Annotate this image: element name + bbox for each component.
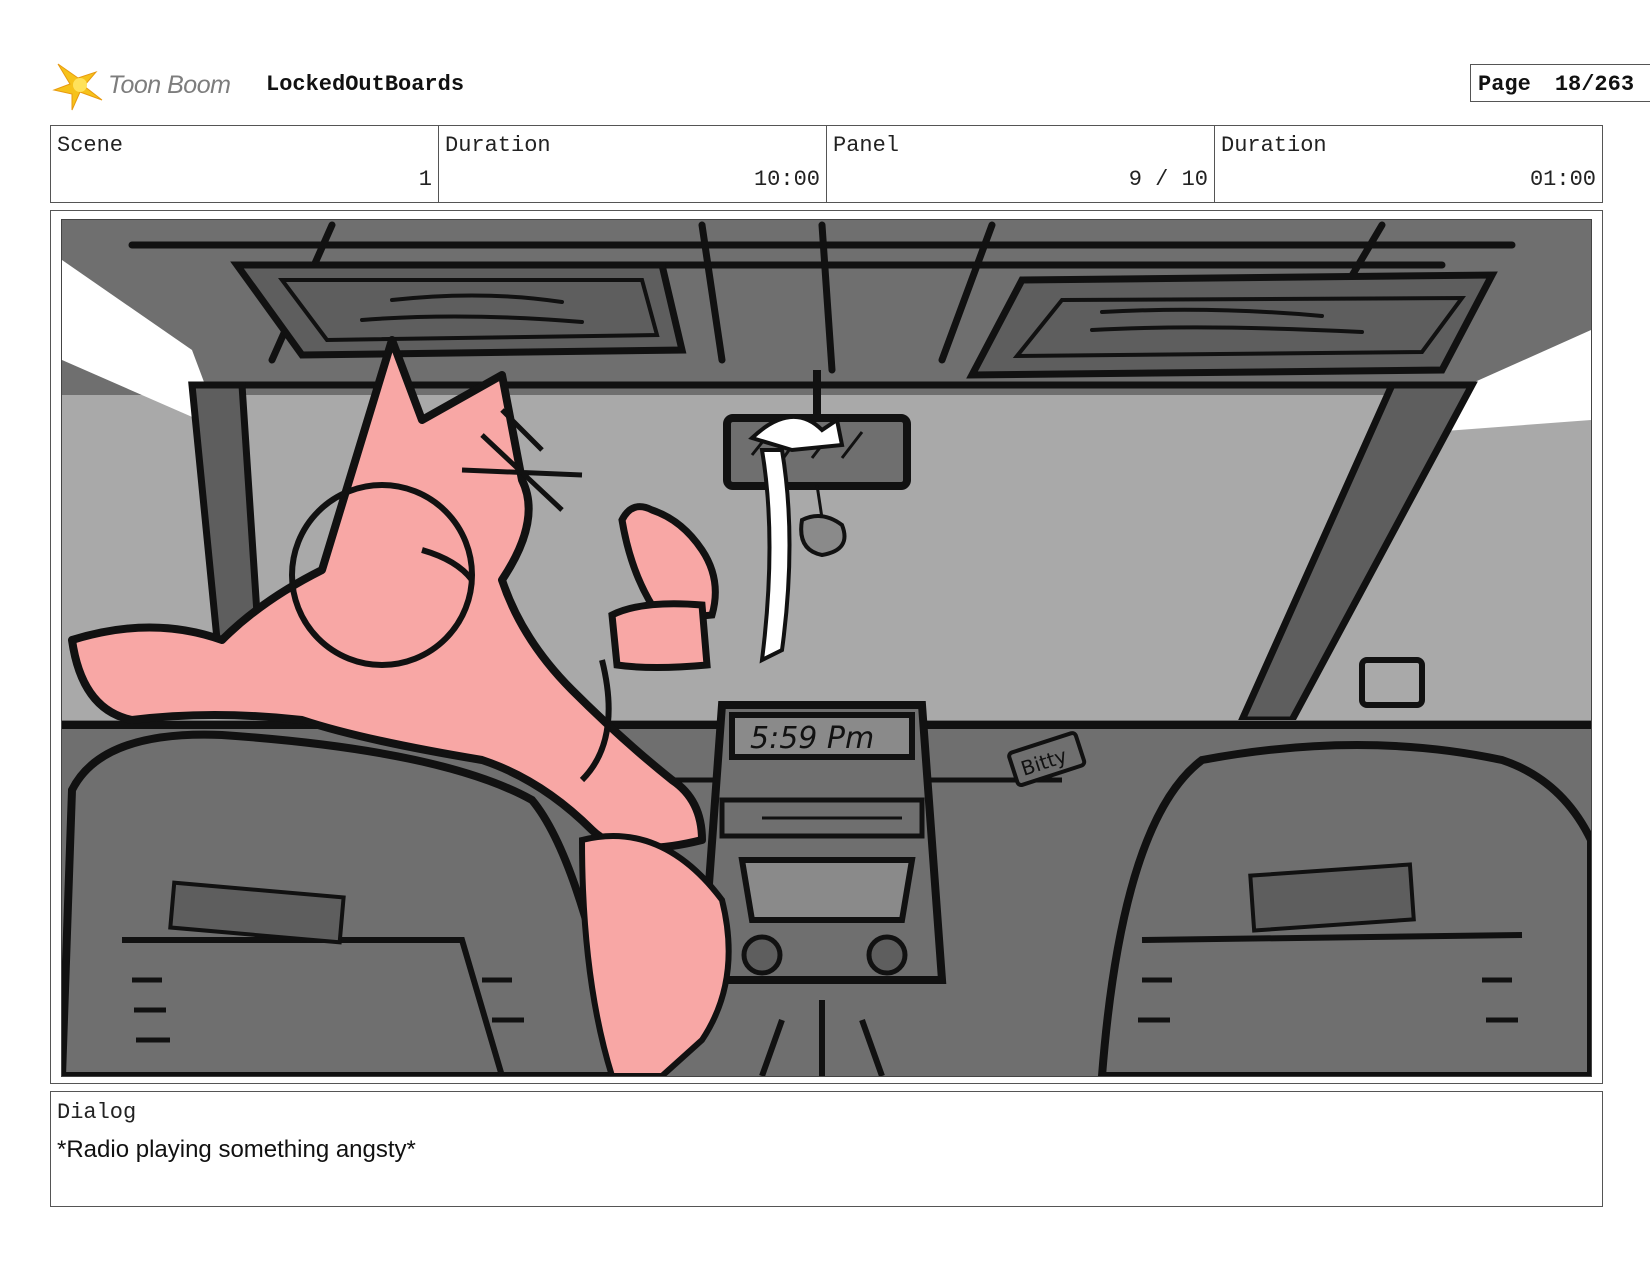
wrist-cuff bbox=[608, 600, 711, 671]
project-title: LockedOutBoards bbox=[266, 72, 465, 97]
panel-cell: Panel 9 / 10 bbox=[827, 126, 1215, 202]
panel-duration-value: 01:00 bbox=[1529, 167, 1596, 192]
starburst-icon bbox=[52, 63, 103, 111]
scene-cell: Scene 1 bbox=[51, 126, 439, 202]
right-sun-visor bbox=[966, 271, 1498, 379]
scene-duration-label: Duration bbox=[445, 133, 551, 158]
panel-duration-label: Duration bbox=[1221, 133, 1327, 158]
storyboard-panel-image: 5:59 Pm Bitty bbox=[61, 219, 1592, 1077]
panel-duration-cell: Duration 01:00 bbox=[1215, 126, 1602, 202]
hanging-cat-charm bbox=[799, 514, 847, 558]
scene-label: Scene bbox=[57, 133, 124, 158]
dialog-label: Dialog bbox=[57, 1100, 137, 1125]
panel-frame: 5:59 Pm Bitty bbox=[50, 210, 1603, 1084]
dialog-box: Dialog *Radio playing something angsty* bbox=[50, 1091, 1603, 1207]
clock-text: 5:59 Pm bbox=[750, 721, 874, 756]
climate-panel bbox=[738, 857, 916, 923]
page-label: Page bbox=[1478, 72, 1531, 97]
scene-duration-value: 10:00 bbox=[753, 167, 820, 192]
toon-boom-logo: Toon Boom bbox=[52, 60, 252, 112]
side-mirror bbox=[1359, 657, 1425, 708]
panel-value: 9 / 10 bbox=[1128, 167, 1208, 192]
page-number: 18/263 bbox=[1554, 72, 1635, 97]
scene-info-row: Scene 1 Duration 10:00 Panel 9 / 10 Dura… bbox=[50, 125, 1603, 203]
logo-text: Toon Boom bbox=[108, 71, 231, 99]
scene-value: 1 bbox=[418, 167, 432, 192]
dialog-text: *Radio playing something angsty* bbox=[57, 1136, 416, 1163]
car-interior-drawing: 5:59 Pm Bitty bbox=[62, 220, 1591, 1076]
page-indicator: Page 18/263 bbox=[1470, 64, 1650, 102]
panel-label: Panel bbox=[833, 133, 900, 158]
scene-duration-cell: Duration 10:00 bbox=[439, 126, 827, 202]
storyboard-header: Toon Boom LockedOutBoards Page 18/263 bbox=[52, 56, 1650, 111]
